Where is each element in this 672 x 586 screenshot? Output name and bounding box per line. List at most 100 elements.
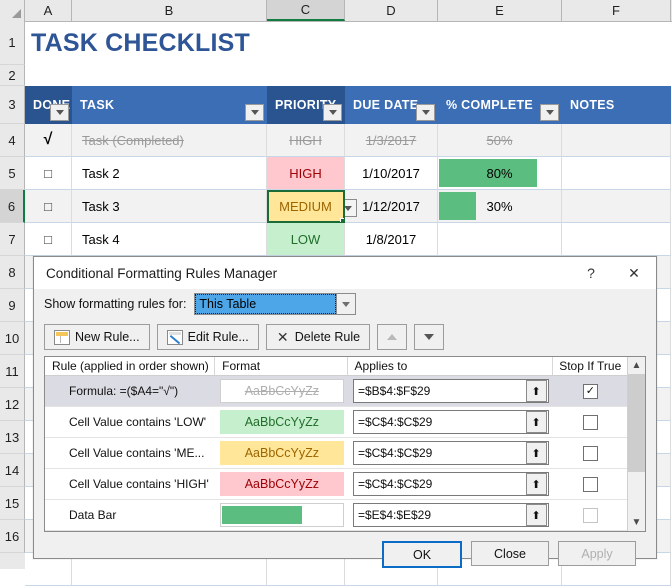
- cell-done-1[interactable]: √: [25, 124, 72, 157]
- cell-done-4[interactable]: □: [25, 223, 72, 256]
- range-picker-icon[interactable]: ⬆: [525, 442, 547, 464]
- table-header-priority[interactable]: PRIORITY: [267, 86, 345, 124]
- cell-percent-4[interactable]: [438, 223, 562, 256]
- scroll-up-icon[interactable]: ▲: [628, 357, 645, 374]
- close-button[interactable]: Close: [471, 541, 549, 566]
- column-header-e[interactable]: E: [438, 0, 562, 21]
- cell-priority-3-active[interactable]: MEDIUM: [267, 190, 345, 223]
- edit-rule-button[interactable]: Edit Rule...: [156, 324, 259, 350]
- cell-due-date-2[interactable]: 1/10/2017: [345, 157, 438, 190]
- cell-notes-1[interactable]: [562, 124, 671, 157]
- row-header-4[interactable]: 4: [0, 124, 25, 157]
- rule-stop-if-true[interactable]: [554, 500, 627, 530]
- move-rule-up-button[interactable]: [377, 324, 408, 350]
- row-header-6[interactable]: 6: [0, 190, 25, 223]
- row-header-14[interactable]: 14: [0, 454, 25, 487]
- stop-if-true-checkbox[interactable]: ✓: [582, 383, 598, 399]
- rule-stop-if-true[interactable]: ✓: [554, 376, 627, 406]
- rule-stop-if-true[interactable]: [554, 438, 627, 468]
- cell-done-3[interactable]: □: [25, 190, 72, 223]
- row-header-15[interactable]: 15: [0, 487, 25, 520]
- cell-due-date-1[interactable]: 1/3/2017: [345, 124, 438, 157]
- range-picker-icon[interactable]: ⬆: [525, 411, 547, 433]
- applies-to-field[interactable]: =$C$4:$C$29 ⬆: [352, 441, 549, 465]
- rule-applies-to[interactable]: =$B$4:$F$29 ⬆: [348, 376, 554, 406]
- filter-dropdown-icon-due-date[interactable]: [416, 104, 435, 121]
- rule-row[interactable]: Cell Value contains 'ME... AaBbCcYyZz =$…: [45, 438, 627, 469]
- cell-notes-3[interactable]: [562, 190, 671, 223]
- rules-list-scrollbar[interactable]: ▲ ▼: [627, 357, 645, 531]
- applies-to-field[interactable]: =$C$4:$C$29 ⬆: [352, 410, 549, 434]
- ok-button[interactable]: OK: [382, 541, 462, 568]
- rule-applies-to[interactable]: =$E$4:$E$29 ⬆: [348, 500, 554, 530]
- cell-percent-1[interactable]: 50%: [438, 124, 562, 157]
- table-header-task[interactable]: TASK: [72, 86, 267, 124]
- table-header-percent-complete[interactable]: % COMPLETE: [438, 86, 562, 124]
- sheet-title[interactable]: TASK CHECKLIST: [25, 21, 625, 65]
- cell-percent-2[interactable]: 80%: [438, 157, 562, 190]
- stop-if-true-checkbox[interactable]: [582, 476, 598, 492]
- select-all-corner[interactable]: [0, 0, 25, 21]
- col-header-applies-to[interactable]: Applies to: [348, 357, 554, 375]
- chevron-down-icon[interactable]: [336, 294, 356, 314]
- cell-notes-4[interactable]: [562, 223, 671, 256]
- range-picker-icon[interactable]: ⬆: [525, 473, 547, 495]
- range-picker-icon[interactable]: ⬆: [525, 504, 547, 526]
- rule-format-preview[interactable]: AaBbCcYyZz: [216, 469, 348, 499]
- cell-task-1[interactable]: Task (Completed): [72, 124, 267, 157]
- blank-cell[interactable]: [25, 65, 625, 86]
- rule-row[interactable]: Cell Value contains 'LOW' AaBbCcYyZz =$C…: [45, 407, 627, 438]
- stop-if-true-checkbox[interactable]: [582, 414, 598, 430]
- row-header-2[interactable]: 2: [0, 65, 25, 86]
- cell-due-date-4[interactable]: 1/8/2017: [345, 223, 438, 256]
- dialog-title-bar[interactable]: Conditional Formatting Rules Manager ? ✕: [34, 257, 656, 289]
- rule-row[interactable]: Formula: =($A4="√") AaBbCcYyZz =$B$4:$F$…: [45, 376, 627, 407]
- filter-dropdown-icon-priority[interactable]: [323, 104, 342, 121]
- rule-format-preview[interactable]: AaBbCcYyZz: [216, 407, 348, 437]
- cell-task-3[interactable]: Task 3: [72, 190, 267, 223]
- cell-dropdown-icon[interactable]: [345, 199, 357, 217]
- column-header-b[interactable]: B: [72, 0, 267, 21]
- cell-due-date-3[interactable]: 1/12/2017: [345, 190, 438, 223]
- column-header-c[interactable]: C: [267, 0, 345, 21]
- col-header-format[interactable]: Format: [215, 357, 348, 375]
- stop-if-true-checkbox[interactable]: [582, 445, 598, 461]
- table-header-done[interactable]: DONE: [25, 86, 72, 124]
- show-rules-select[interactable]: This Table: [194, 293, 357, 315]
- row-header-5[interactable]: 5: [0, 157, 25, 190]
- filter-dropdown-icon-done[interactable]: [50, 104, 69, 121]
- row-header-12[interactable]: 12: [0, 388, 25, 421]
- row-header-13[interactable]: 13: [0, 421, 25, 454]
- rule-stop-if-true[interactable]: [554, 407, 627, 437]
- applies-to-field[interactable]: =$C$4:$C$29 ⬆: [352, 472, 549, 496]
- help-icon[interactable]: ?: [570, 258, 612, 288]
- rule-applies-to[interactable]: =$C$4:$C$29 ⬆: [348, 438, 554, 468]
- rule-row[interactable]: Data Bar =$E$4:$E$29 ⬆: [45, 500, 627, 531]
- row-header-9[interactable]: 9: [0, 289, 25, 322]
- cell-done-2[interactable]: □: [25, 157, 72, 190]
- column-header-a[interactable]: A: [25, 0, 72, 21]
- cell-priority-1[interactable]: HIGH: [267, 124, 345, 157]
- cell-task-4[interactable]: Task 4: [72, 223, 267, 256]
- col-header-rule[interactable]: Rule (applied in order shown): [45, 357, 216, 375]
- row-header-7[interactable]: 7: [0, 223, 25, 256]
- col-header-stop-if-true[interactable]: Stop If True: [553, 357, 627, 375]
- scrollbar-thumb[interactable]: [628, 374, 645, 472]
- row-header-16[interactable]: 16: [0, 520, 25, 553]
- column-header-d[interactable]: D: [345, 0, 438, 21]
- filter-dropdown-icon-task[interactable]: [245, 104, 264, 121]
- rule-format-preview[interactable]: [216, 500, 348, 530]
- move-rule-down-button[interactable]: [414, 324, 445, 350]
- filter-dropdown-icon-percent[interactable]: [540, 104, 559, 121]
- applies-to-field[interactable]: =$B$4:$F$29 ⬆: [352, 379, 549, 403]
- applies-to-field[interactable]: =$E$4:$E$29 ⬆: [352, 503, 549, 527]
- rule-applies-to[interactable]: =$C$4:$C$29 ⬆: [348, 407, 554, 437]
- row-header-1[interactable]: 1: [0, 21, 25, 65]
- rule-format-preview[interactable]: AaBbCcYyZz: [216, 376, 348, 406]
- row-header-10[interactable]: 10: [0, 322, 25, 355]
- row-header-3[interactable]: 3: [0, 86, 25, 124]
- close-icon[interactable]: ✕: [612, 258, 656, 288]
- scroll-down-icon[interactable]: ▼: [628, 514, 645, 531]
- row-header-11[interactable]: 11: [0, 355, 25, 388]
- table-header-notes[interactable]: NOTES: [562, 86, 671, 124]
